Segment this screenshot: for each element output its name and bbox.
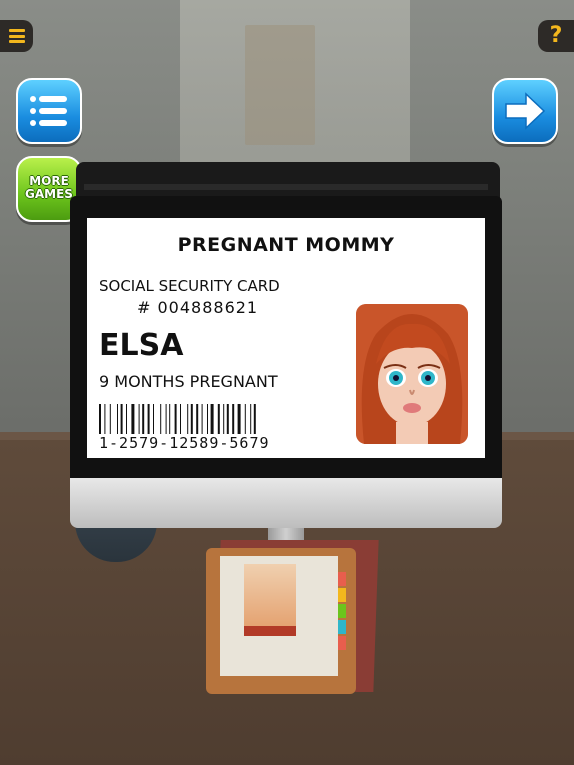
arrow-right-icon xyxy=(505,92,546,130)
card-number: # 004888621 xyxy=(137,298,259,317)
barcode-icon xyxy=(99,404,256,434)
planner-tab xyxy=(338,572,346,586)
id-card: PREGNANT MOMMY SOCIAL SECURITY CARD # 00… xyxy=(87,218,485,458)
planner-tab xyxy=(338,620,346,634)
monitor-chin xyxy=(70,478,502,528)
planner-note xyxy=(244,564,296,634)
list-icon xyxy=(30,96,67,126)
background-door xyxy=(245,25,315,145)
planner-tab xyxy=(338,604,346,618)
menu-button[interactable] xyxy=(0,20,33,52)
barcode-number: 1-2579-12589-5679 xyxy=(99,434,270,452)
pregnancy-status: 9 MONTHS PREGNANT xyxy=(99,372,278,391)
help-button[interactable]: ? xyxy=(538,20,574,52)
planner-tab xyxy=(338,636,346,650)
holder-name: ELSA xyxy=(99,328,184,363)
planner-tab xyxy=(338,588,346,602)
next-button[interactable] xyxy=(492,78,558,144)
card-title: PREGNANT MOMMY xyxy=(177,234,395,256)
card-type: SOCIAL SECURITY CARD xyxy=(99,277,280,295)
planner-book xyxy=(206,548,356,694)
hamburger-menu-icon xyxy=(8,29,25,43)
monitor-top-bezel xyxy=(76,162,500,198)
list-button[interactable] xyxy=(16,78,82,144)
holder-photo xyxy=(356,304,468,444)
planner-band xyxy=(244,626,296,636)
